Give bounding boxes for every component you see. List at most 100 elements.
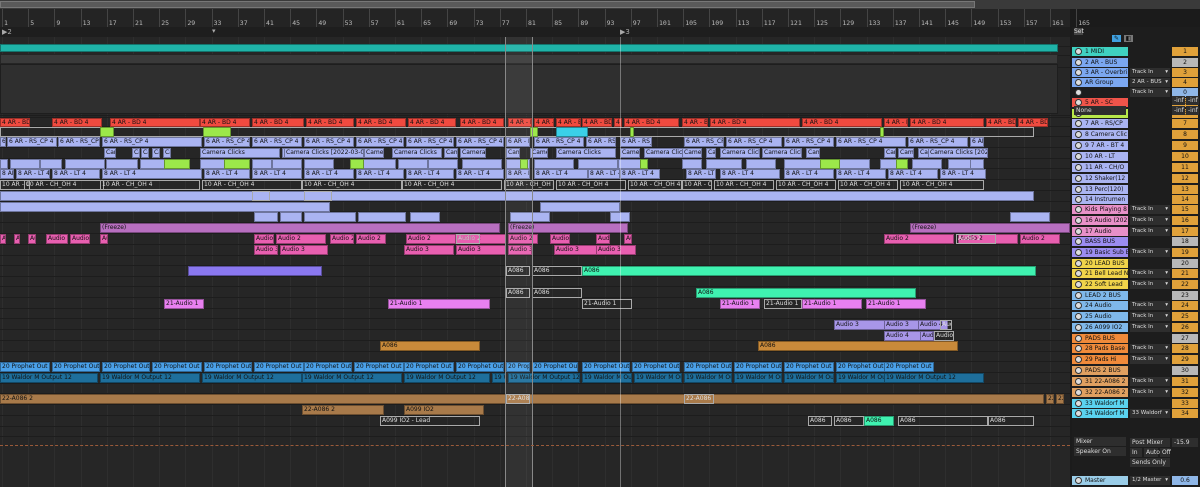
track-number-button[interactable]: 18 [1172, 237, 1198, 246]
clip[interactable]: 19 Waldor M Output 12 [100, 373, 200, 383]
clip[interactable]: 4 AR - BD 4 [460, 118, 504, 127]
track-lane[interactable] [0, 277, 1070, 287]
track-number-button[interactable]: 22 [1172, 280, 1198, 289]
clip[interactable]: 20 Prophet Out 3 [254, 362, 304, 372]
clip[interactable]: 21-Audio 1 [764, 299, 802, 309]
clip[interactable] [100, 127, 114, 137]
clip[interactable]: 6 AR - RS_CP 4 [304, 137, 354, 147]
track-name[interactable]: 22 Soft Lead [1072, 280, 1128, 289]
set-button[interactable]: Set [1074, 28, 1084, 35]
clip[interactable]: Audio 2 [14, 234, 20, 244]
clip[interactable]: 6 AR - RS_CP 4 [204, 137, 250, 147]
track-lane[interactable] [0, 352, 1070, 362]
track-activator-icon[interactable] [1075, 292, 1082, 299]
clip[interactable]: 4 AR - BD 4 [200, 118, 250, 127]
input-routing-select[interactable]: Track In [1130, 344, 1170, 353]
track-lane[interactable] [0, 427, 1070, 437]
clip[interactable]: 8 AR - LT 4 [620, 169, 660, 179]
track-activator-icon[interactable] [1075, 89, 1082, 96]
track-number-button[interactable]: 16 [1172, 216, 1198, 225]
sends-only-select[interactable]: Sends Only [1130, 458, 1170, 467]
mixer-track-row[interactable]: 3 AR - OverbriTrack In3 [1072, 68, 1200, 78]
clip[interactable]: Camera Clicks [163, 148, 171, 158]
mixer-track-row[interactable]: 13 Perc(120) 13 [1072, 185, 1200, 195]
clip[interactable]: 8 AR - LT 4 [720, 169, 780, 179]
clip[interactable] [534, 159, 574, 169]
clip[interactable]: 20 Prophet Out 3 [102, 362, 150, 372]
clip[interactable]: 8 AR - LT 4 [0, 169, 14, 179]
track-number-button[interactable]: 9 [1172, 141, 1198, 150]
mixer-track-row[interactable]: 11 AR - CH/O 11 [1072, 163, 1200, 173]
clip[interactable]: 22-A086 2 [684, 394, 714, 404]
mixer-track-row[interactable]: 14 Instrumen 14 [1072, 195, 1200, 205]
clip[interactable]: Camera Clicks [720, 148, 760, 158]
track-number-button[interactable]: 4 [1172, 78, 1198, 87]
clip[interactable]: 10 AR - CH_OH 4 [628, 180, 682, 190]
track-number-button[interactable]: 19 [1172, 248, 1198, 257]
track-name[interactable]: 16 Audio (202 [1072, 216, 1128, 225]
clip[interactable]: 20 Prophet Out 3 [354, 362, 404, 372]
clip[interactable] [896, 159, 908, 169]
clip[interactable]: 20 Prophet Out 3 [684, 362, 732, 372]
clip[interactable]: 8 AR - LT 4 [534, 169, 588, 179]
clip[interactable]: Audio 3 [254, 245, 278, 255]
clip[interactable] [640, 159, 648, 169]
clip[interactable]: 21-Audio 1 [164, 299, 204, 309]
mixer-track-row[interactable]: 22 Soft Lead Track In22 [1072, 280, 1200, 290]
clip[interactable]: 6 AR - RS_CP 4 [0, 137, 6, 147]
track-activator-icon[interactable] [1075, 389, 1082, 396]
clip[interactable]: 20 Prophet Out 3 [582, 362, 630, 372]
clip[interactable]: 10 AR - CH_OH 4 [900, 180, 984, 190]
clip[interactable]: Audio 2 [100, 234, 108, 244]
track-name[interactable]: AR Group [1072, 78, 1128, 87]
track-number-button[interactable]: 8 [1172, 130, 1198, 139]
track-activator-icon[interactable] [1075, 196, 1082, 203]
track-activator-icon[interactable] [1075, 217, 1082, 224]
clip[interactable] [880, 127, 884, 137]
mixer-track-row[interactable]: Kids Playing 8Track In15 [1072, 205, 1200, 215]
track-number-button[interactable]: 2 [1172, 58, 1198, 67]
mixer-track-row[interactable]: LEAD 2 BUS 23 [1072, 291, 1200, 301]
track-name[interactable]: 28 Pads Base [1072, 344, 1128, 353]
monitor-off-button[interactable]: Off [1160, 448, 1171, 457]
input-routing-select[interactable]: Track In [1130, 248, 1170, 257]
clip[interactable] [0, 202, 330, 212]
clip[interactable] [304, 191, 332, 201]
clip[interactable] [252, 191, 270, 201]
clip[interactable] [912, 159, 942, 169]
clip[interactable]: Camera Clicks [762, 148, 802, 158]
clip[interactable]: Audio 2 [46, 234, 68, 244]
clip[interactable]: 19 Waldor M Output 12 [0, 373, 98, 383]
clip[interactable]: 10 AR - CH_OH 4 [202, 180, 302, 190]
mixer-track-row[interactable]: 20 LEAD BUS 20 [1072, 259, 1200, 269]
clip[interactable]: 6 AR - RS_CP 4 [252, 137, 302, 147]
clip[interactable]: 19 Waldor M Output 12 [734, 373, 782, 383]
input-routing-select[interactable]: 33 Waldorf [1130, 409, 1170, 418]
clip[interactable]: A086 [532, 288, 582, 298]
input-routing-select[interactable]: Track In [1130, 88, 1170, 97]
clip[interactable]: Audio 2 [356, 234, 386, 244]
track-lane[interactable] [0, 405, 1070, 416]
clip[interactable]: 4 AR - BD 4 [624, 118, 679, 127]
track-number-button[interactable]: 24 [1172, 301, 1198, 310]
clip[interactable]: Audio 2 [456, 234, 480, 244]
clip[interactable]: 6 AR - RS_CP 4 [620, 137, 652, 147]
track-name[interactable]: 33 Waldorf M [1072, 399, 1128, 408]
clip[interactable]: A086 [582, 266, 1036, 276]
clip[interactable] [784, 159, 824, 169]
clip[interactable]: 8 AR - LT 4 [836, 169, 886, 179]
track-activator-icon[interactable] [1075, 99, 1082, 106]
clip[interactable]: Audio 3 [456, 245, 506, 255]
input-routing-select[interactable]: Track In [1130, 312, 1170, 321]
track-name[interactable]: 25 Audio [1072, 312, 1128, 321]
track-activator-icon[interactable] [1075, 206, 1082, 213]
track-number-button[interactable]: 31 [1172, 377, 1198, 386]
clip[interactable]: 4 AR - BD 4 [802, 118, 882, 127]
track-activator-icon[interactable] [1075, 356, 1082, 363]
master-track-name[interactable]: Master [1072, 476, 1128, 485]
clip[interactable]: Audio 4 [920, 331, 934, 341]
clip[interactable]: 21-Audio 1 [388, 299, 490, 309]
track-name[interactable]: PADS BUS [1072, 334, 1128, 343]
clip[interactable]: Audio 2 [276, 234, 326, 244]
clip[interactable]: Camera Clicks [556, 148, 616, 158]
